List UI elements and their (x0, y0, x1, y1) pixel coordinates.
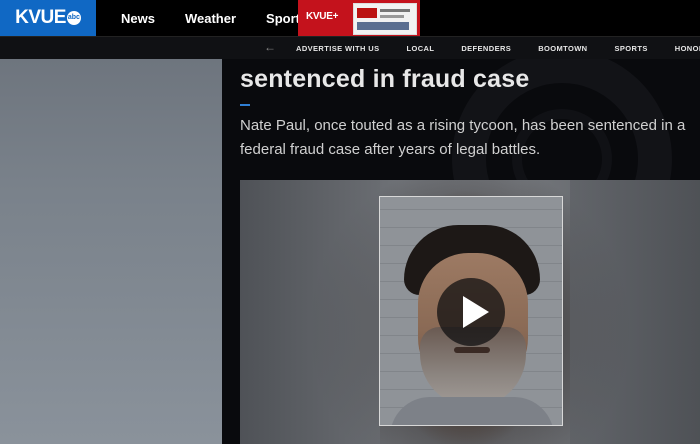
arrow-left-icon[interactable]: ← (264, 40, 276, 54)
abc-badge: abc (66, 11, 81, 25)
main-nav: News Weather Sports (106, 0, 322, 36)
section-nav-items: ADVERTISE WITH US LOCAL DEFENDERS BOOMTO… (296, 37, 700, 59)
section-local[interactable]: LOCAL (406, 44, 434, 53)
station-logo[interactable]: KVUE abc (0, 0, 96, 36)
video-player[interactable] (240, 180, 700, 444)
nav-weather[interactable]: Weather (185, 11, 236, 26)
play-icon (463, 296, 489, 328)
kvue-plus-tab[interactable]: KVUE+ (298, 0, 420, 36)
section-honor[interactable]: HONOR (675, 44, 700, 53)
kvue-plus-thumbnail[interactable] (353, 3, 417, 35)
video-blur-right (570, 180, 700, 444)
play-button[interactable] (437, 278, 505, 346)
video-blur-left (240, 180, 380, 444)
top-header: KVUE abc News Weather Sports KVUE+ (0, 0, 700, 36)
section-nav: ← ADVERTISE WITH US LOCAL DEFENDERS BOOM… (0, 36, 700, 60)
article-headline: sentenced in fraud case (240, 65, 530, 93)
headline-accent (240, 104, 250, 106)
article-summary: Nate Paul, once touted as a rising tycoo… (240, 117, 686, 158)
logo-text: KVUE (15, 7, 66, 28)
nav-news[interactable]: News (121, 11, 155, 26)
section-sports[interactable]: SPORTS (615, 44, 648, 53)
article: sentenced in fraud case Nate Paul, once … (222, 59, 700, 444)
mugshot-image (379, 196, 563, 426)
section-defenders[interactable]: DEFENDERS (461, 44, 511, 53)
left-rail (0, 59, 222, 444)
section-advertise[interactable]: ADVERTISE WITH US (296, 44, 379, 53)
kvue-plus-label: KVUE+ (306, 11, 339, 22)
section-boomtown[interactable]: BOOMTOWN (538, 44, 587, 53)
